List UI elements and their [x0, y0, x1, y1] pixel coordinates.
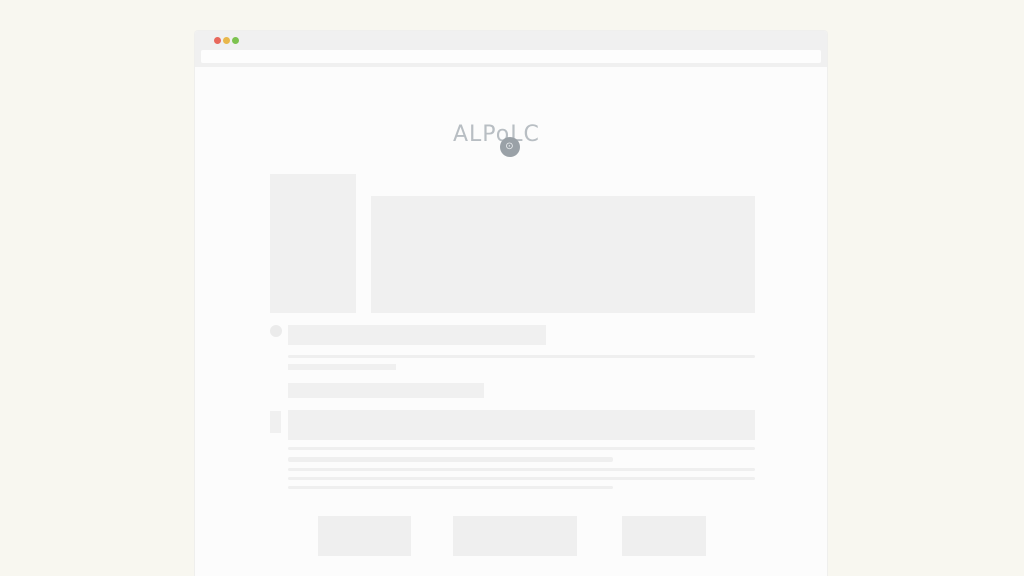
subtext-placeholder: [288, 364, 396, 370]
heading-placeholder: [288, 325, 546, 345]
text-line-placeholder: [288, 457, 613, 462]
logo-badge-icon: ⊙: [500, 137, 520, 157]
site-logo[interactable]: ALPoLC ⊙: [453, 123, 573, 157]
text-line-placeholder: [288, 447, 755, 450]
action-button-placeholder[interactable]: [318, 516, 411, 556]
hero-image-placeholder: [371, 196, 755, 313]
text-line-placeholder: [288, 468, 755, 471]
text-line-placeholder: [288, 477, 755, 480]
sidebar-image-placeholder: [270, 174, 356, 313]
minimize-window-button[interactable]: [223, 37, 230, 44]
logo-text: ALPoLC: [453, 122, 540, 147]
avatar-placeholder: [270, 325, 282, 337]
text-line-placeholder: [288, 486, 613, 489]
action-button-placeholder[interactable]: [453, 516, 577, 556]
content-block-placeholder: [288, 410, 755, 440]
action-button-placeholder[interactable]: [622, 516, 706, 556]
zoom-window-button[interactable]: [232, 37, 239, 44]
page-content: ALPoLC ⊙: [195, 67, 827, 576]
browser-titlebar: [195, 31, 827, 67]
bullet-placeholder: [270, 411, 281, 433]
close-window-button[interactable]: [214, 37, 221, 44]
browser-window: ALPoLC ⊙: [195, 31, 827, 576]
screenshot-stage: ALPoLC ⊙: [0, 0, 1024, 576]
label-placeholder: [288, 383, 484, 398]
address-bar[interactable]: [201, 50, 821, 63]
text-line-placeholder: [288, 355, 755, 358]
